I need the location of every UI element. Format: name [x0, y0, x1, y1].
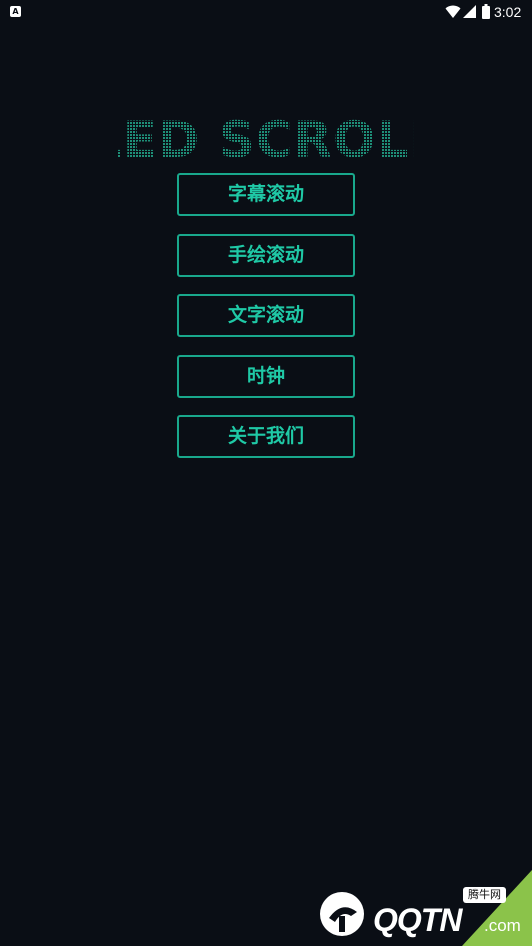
- main-menu: 字幕滚动 手绘滚动 文字滚动 时钟 关于我们: [177, 173, 355, 476]
- about-us-button[interactable]: 关于我们: [177, 415, 355, 458]
- watermark-suffix: .com: [484, 916, 521, 935]
- cell-signal-icon: [463, 5, 476, 18]
- logo-text: LED SCROLL: [118, 111, 414, 166]
- watermark-badge: 腾牛网: [463, 887, 506, 903]
- wifi-icon: [445, 5, 461, 18]
- clock-button[interactable]: 时钟: [177, 354, 355, 398]
- notification-icon: A: [10, 6, 21, 17]
- watermark: 腾牛网 QQTN .com: [317, 866, 532, 946]
- text-scroll-button[interactable]: 文字滚动: [177, 294, 355, 337]
- watermark-text: QQTN: [373, 902, 462, 938]
- hand-draw-scroll-button[interactable]: 手绘滚动: [177, 233, 355, 277]
- subtitle-scroll-button[interactable]: 字幕滚动: [177, 173, 355, 216]
- app-logo: LED SCROLL: [118, 111, 414, 166]
- battery-icon: [482, 4, 490, 19]
- status-time: 3:02: [494, 4, 522, 20]
- watermark-logo-icon: [320, 892, 364, 936]
- status-bar: A 3:02: [0, 0, 532, 24]
